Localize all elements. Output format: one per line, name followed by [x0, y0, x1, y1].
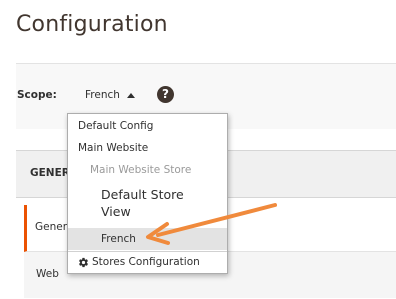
dropdown-item-main-website-store: Main Website Store: [90, 164, 192, 176]
nav-item-general-label: Gener: [35, 221, 68, 233]
scope-current-value: French: [85, 89, 120, 101]
question-circle-icon[interactable]: ?: [157, 86, 174, 103]
panel-header-label: GENER: [30, 167, 70, 179]
dropdown-item-default-store-view[interactable]: Default Store View: [68, 186, 227, 220]
dropdown-item-main-website[interactable]: Main Website: [68, 142, 227, 154]
dropdown-item-default-config[interactable]: Default Config: [68, 120, 227, 132]
triangle-up-icon: [126, 92, 135, 98]
scope-switcher[interactable]: French: [85, 86, 135, 104]
page-title: Configuration: [16, 12, 168, 37]
stores-configuration-label: Stores Configuration: [92, 256, 200, 268]
nav-item-web-label: Web: [36, 268, 59, 280]
scope-label: Scope:: [17, 89, 57, 101]
dropdown-item-stores-configuration[interactable]: Stores Configuration: [68, 256, 227, 268]
gear-icon: [79, 257, 88, 267]
scope-dropdown: Default Config Main Website Main Website…: [67, 113, 228, 274]
dropdown-divider: [68, 251, 227, 252]
dropdown-item-french[interactable]: French: [68, 228, 227, 250]
